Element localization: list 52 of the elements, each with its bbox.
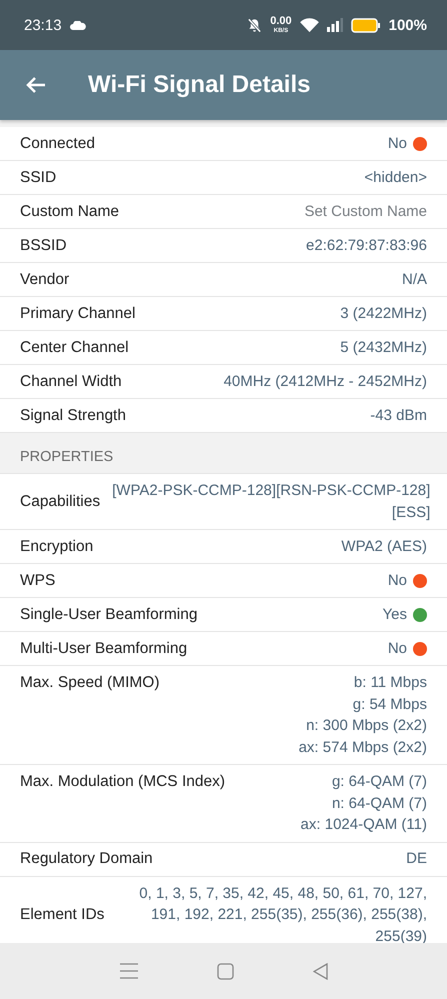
row-value: No [388,570,407,591]
row-value: e2:62:79:87:83:96 [306,236,427,256]
row-value: No [388,638,407,659]
row-label: Center Channel [20,338,129,356]
screen-title: Wi-Fi Signal Details [88,71,310,99]
row-label: Multi-User Beamforming [20,640,188,658]
status-time: 23:13 [24,16,62,34]
row-label: Max. Speed (MIMO) [20,673,160,693]
row-value: DE [406,849,427,870]
row-label: WPS [20,572,56,590]
row-label: Encryption [20,538,94,556]
wifi-icon [300,18,319,32]
row-value: 3 (2422MHz) [340,304,427,324]
muted-bell-icon [247,18,262,32]
row-label: Channel Width [20,372,122,390]
battery-icon [350,18,381,32]
row-value: Yes [382,604,407,625]
battery-percent: 100% [388,16,427,34]
row-label: BSSID [20,236,67,254]
row-label: Vendor [20,270,70,288]
row-label: SSID [20,168,56,186]
row-value: [ESS] [392,502,430,522]
row-value: b: 11 Mbps [354,673,427,693]
row-value: n: 300 Mbps (2x2) [306,716,427,736]
row-value: <hidden> [364,168,427,188]
row-value: ax: 1024-QAM (11) [300,815,427,835]
row-value: 5 (2432MHz) [340,338,427,358]
row-value: g: 64-QAM (7) [332,772,427,792]
row-value: ax: 574 Mbps (2x2) [298,738,427,758]
row-value: WPA2 (AES) [341,536,427,557]
row-value: -43 dBm [370,406,427,426]
row-label: Primary Channel [20,304,136,322]
row-label: Signal Strength [20,406,126,424]
row-value: 0, 1, 3, 5, 7, 35, 42, 45, 48, 50, 61, 70, 127, [139,884,427,904]
row-value: Set Custom Name [304,202,427,222]
row-label: Single-User Beamforming [20,606,198,624]
row-label: Max. Modulation (MCS Index) [20,772,226,792]
row-value: No [388,134,407,154]
row-label: Connected [20,134,95,152]
row-value: 40MHz (2412MHz - 2452MHz) [224,372,427,392]
signal-icon [326,18,343,32]
row-label: Custom Name [20,202,120,220]
row-value: N/A [402,270,427,290]
row-value: n: 64-QAM (7) [332,794,427,814]
row-value: g: 54 Mbps [352,694,427,714]
row-label: Element IDs [20,906,104,924]
row-label: Capabilities [20,492,100,510]
network-speed: 0.00 [270,16,292,27]
cloud-icon [70,20,86,30]
row-value: 191, 192, 221, 255(35), 255(36), 255(38), [150,905,427,925]
row-value: [WPA2-PSK-CCMP-128][RSN-PSK-CCMP-128] [112,481,430,501]
row-label: Regulatory Domain [20,850,153,868]
